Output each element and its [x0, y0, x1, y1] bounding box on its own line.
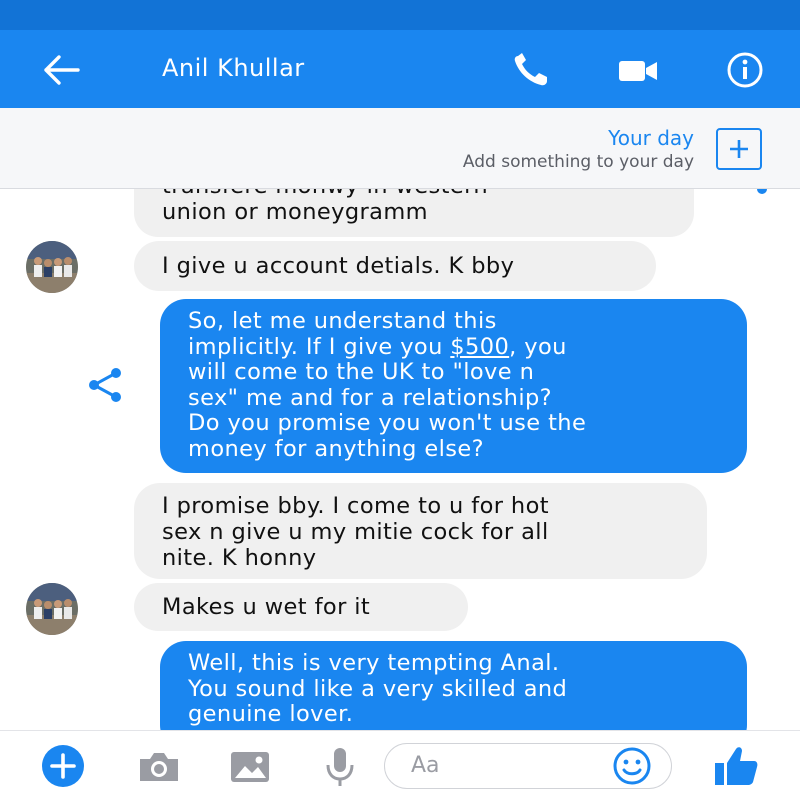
- microphone-icon[interactable]: [322, 745, 358, 789]
- message-bubble-incoming[interactable]: I promise bby. I come to u for hot sex n…: [134, 483, 707, 579]
- message-text: I give u account detials. K bby: [162, 253, 515, 279]
- avatar[interactable]: [26, 583, 78, 635]
- message-text: You sound like a very skilled and: [188, 675, 568, 702]
- status-bar: [0, 0, 800, 30]
- currency-link[interactable]: $500: [450, 334, 509, 360]
- message-line: implicitly. If I give you $500, you: [188, 333, 747, 361]
- phone-icon[interactable]: [510, 52, 554, 88]
- message-text: will come to the UK to "love n: [188, 359, 535, 385]
- add-story-icon[interactable]: [716, 128, 762, 170]
- message-bubble-incoming[interactable]: transfere monwy in western union or mone…: [134, 189, 694, 237]
- message-input-placeholder: Aa: [411, 753, 440, 778]
- message-thread: transfere monwy in western union or mone…: [0, 189, 800, 730]
- message-text: money for anything else?: [188, 435, 484, 462]
- emoji-icon[interactable]: [611, 745, 653, 787]
- plus-icon[interactable]: [40, 743, 86, 789]
- message-text: Well, this is very tempting Anal.: [188, 650, 560, 676]
- message-text: Do you promise you won't use the: [188, 410, 587, 436]
- message-bubble-outgoing[interactable]: So, let me understand this implicitly. I…: [160, 299, 747, 473]
- share-icon[interactable]: [86, 365, 126, 405]
- message-text: genuine lover.: [188, 701, 354, 727]
- image-icon[interactable]: [228, 749, 272, 785]
- message-composer: Aa: [0, 730, 800, 801]
- your-day-subtitle: Add something to your day: [462, 152, 694, 172]
- message-bubble-incoming[interactable]: Makes u wet for it: [134, 583, 468, 631]
- message-text: So, let me understand this: [188, 308, 497, 334]
- thumbs-up-icon[interactable]: [712, 743, 760, 789]
- message-text: nite. K honny: [162, 545, 317, 571]
- message-text: implicitly. If I give you: [188, 333, 451, 360]
- message-bubble-incoming[interactable]: I give u account detials. K bby: [134, 241, 656, 291]
- message-text: I promise bby. I come to u for hot: [162, 493, 549, 519]
- avatar[interactable]: [26, 241, 78, 293]
- message-text: , you: [509, 333, 567, 360]
- contact-name[interactable]: Anil Khullar: [162, 54, 305, 82]
- message-text: transfere monwy in western: [162, 189, 694, 199]
- back-arrow-icon[interactable]: [40, 50, 84, 90]
- message-text: Makes u wet for it: [162, 594, 371, 620]
- your-day-title: Your day: [608, 126, 694, 150]
- camera-icon[interactable]: [136, 749, 182, 785]
- message-text: sex" me and for a relationship?: [188, 384, 553, 411]
- video-camera-icon[interactable]: [615, 54, 663, 88]
- message-bubble-outgoing[interactable]: Well, this is very tempting Anal. You so…: [160, 641, 747, 730]
- conversation-header: Anil Khullar: [0, 30, 800, 108]
- message-text: sex n give u my mitie cock for all: [162, 519, 549, 545]
- info-icon[interactable]: [722, 50, 768, 90]
- message-input[interactable]: Aa: [384, 743, 672, 789]
- message-text: union or moneygramm: [162, 199, 428, 225]
- scroll-indicator: [757, 189, 767, 194]
- your-day-banner[interactable]: Your day Add something to your day: [0, 108, 800, 189]
